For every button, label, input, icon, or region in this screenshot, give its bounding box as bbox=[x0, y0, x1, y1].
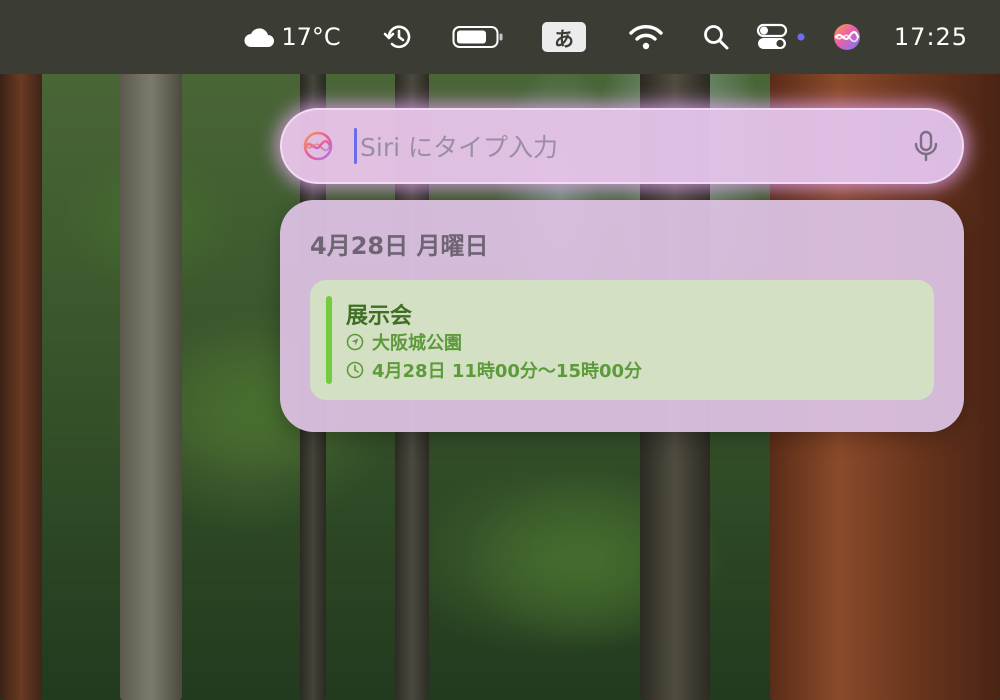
battery-icon bbox=[452, 26, 503, 48]
wifi-menu[interactable] bbox=[626, 0, 666, 74]
control-center-menu[interactable] bbox=[754, 0, 808, 74]
microphone-icon[interactable] bbox=[910, 130, 942, 162]
event-location: 大阪城公園 bbox=[372, 333, 462, 354]
siri-menu[interactable] bbox=[830, 0, 864, 74]
menubar-clock[interactable]: 17:25 bbox=[888, 0, 974, 74]
siri-orb-icon bbox=[303, 131, 333, 161]
tree-trunk bbox=[120, 70, 182, 700]
time-machine-menu[interactable] bbox=[380, 0, 416, 74]
cloud-icon bbox=[244, 28, 275, 47]
menu-bar: 17°C あ 17:25 bbox=[0, 0, 1000, 74]
input-method-menu[interactable]: あ bbox=[541, 0, 587, 74]
weather-menu[interactable]: 17°C bbox=[240, 0, 344, 74]
event-time-row: 4月28日 11時00分〜15時00分 bbox=[346, 358, 642, 382]
event-color-bar bbox=[326, 296, 332, 384]
battery-menu[interactable] bbox=[450, 0, 506, 74]
event-time: 4月28日 11時00分〜15時00分 bbox=[372, 361, 643, 382]
event-title: 展示会 bbox=[346, 304, 413, 329]
tree-trunk bbox=[0, 70, 42, 700]
wifi-icon bbox=[629, 25, 663, 50]
text-caret bbox=[354, 128, 357, 164]
calendar-event[interactable]: 展示会 大阪城公園 4月28日 11時00分〜15時00分 bbox=[310, 280, 934, 400]
spotlight-menu[interactable] bbox=[700, 0, 732, 74]
location-icon bbox=[346, 333, 364, 351]
clock-icon bbox=[346, 361, 364, 379]
input-method-badge: あ bbox=[542, 22, 586, 52]
siri-type-bar[interactable] bbox=[280, 108, 964, 184]
calendar-date-heading: 4月28日 月曜日 bbox=[310, 232, 489, 260]
clock-history-icon bbox=[383, 25, 411, 49]
desktop-wallpaper: 17°C あ 17:25 Siri にタイプ入力 4月28日 月曜日 展示会 大… bbox=[0, 0, 1000, 700]
control-center-icon bbox=[756, 23, 805, 49]
siri-text-input[interactable] bbox=[358, 122, 882, 172]
event-location-row: 大阪城公園 bbox=[346, 330, 462, 354]
temperature-label: 17°C bbox=[281, 23, 341, 51]
calendar-result-card: 4月28日 月曜日 展示会 大阪城公園 4月28日 11時00分〜15時00分 bbox=[280, 200, 964, 432]
siri-icon bbox=[834, 24, 860, 50]
search-icon bbox=[704, 25, 729, 50]
